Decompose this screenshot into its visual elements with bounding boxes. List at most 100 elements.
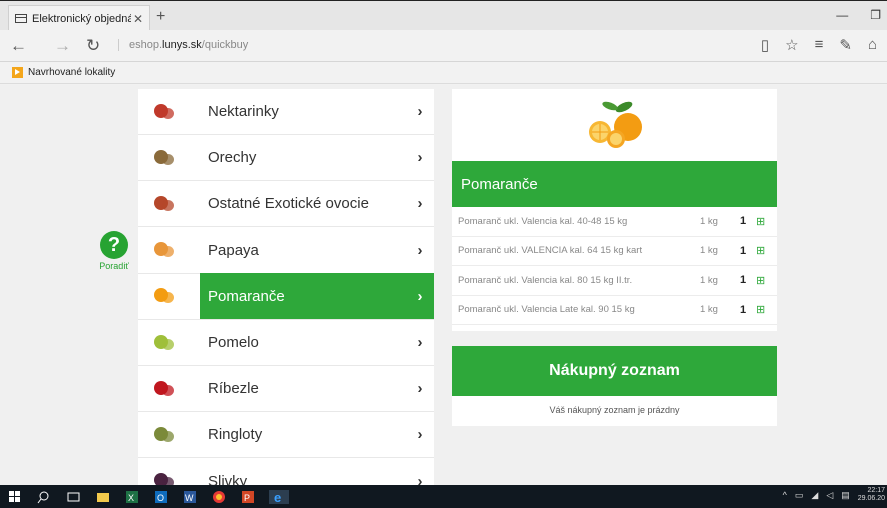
reading-view-icon[interactable]: ▯ — [761, 36, 769, 54]
excel-icon[interactable]: X — [124, 490, 144, 504]
windows-start-icon[interactable] — [8, 490, 28, 504]
favorite-star-icon[interactable]: ☆ — [785, 36, 798, 54]
category-item[interactable]: Ringloty › — [138, 412, 434, 459]
restore-icon[interactable]: ❐ — [870, 8, 881, 22]
clock[interactable]: 22:17 29.06.20 — [858, 487, 885, 503]
product-name: Pomaranč ukl. Valencia kal. 40-48 15 kg — [458, 215, 628, 227]
category-name: Papaya — [208, 241, 259, 259]
category-item[interactable]: Slivky › — [138, 459, 434, 485]
add-to-list-icon[interactable]: ⊞ — [756, 244, 770, 257]
add-to-list-icon[interactable]: ⊞ — [756, 274, 770, 287]
add-to-list-icon[interactable]: ⊞ — [756, 303, 770, 316]
category-name: Pomaranče — [208, 287, 285, 305]
chevron-right-icon: › — [417, 426, 423, 444]
minimize-icon[interactable]: — — [836, 8, 848, 22]
volume-icon[interactable]: ◁ — [826, 490, 833, 501]
page-content: ? Poradiť Nektarinky › Orechy › Ostatné Exot… — [0, 85, 887, 485]
favorites-bar: Navrhované lokality — [0, 62, 887, 84]
category-item[interactable]: Pomelo › — [138, 320, 434, 366]
notifications-icon[interactable]: ▤ — [841, 490, 850, 501]
tray-expand-icon[interactable]: ^ — [783, 490, 787, 500]
product-name: Pomaranč ukl. Valencia Late kal. 90 15 k… — [458, 304, 635, 316]
clock-time: 22:17 — [867, 487, 885, 494]
window-controls: — ❐ — [836, 8, 881, 22]
category-item[interactable]: Papaya › — [138, 228, 434, 274]
tab-title: Elektronický objednávkc — [32, 12, 131, 25]
new-tab-button[interactable]: + — [156, 8, 165, 26]
chevron-right-icon: › — [417, 103, 423, 120]
add-to-list-icon[interactable]: ⊞ — [756, 215, 770, 228]
chrome-icon[interactable] — [211, 490, 231, 504]
quantity-value[interactable]: 1 — [740, 274, 756, 286]
share-icon[interactable]: ⌂ — [868, 36, 877, 54]
fruit-thumbnail-icon — [138, 320, 200, 366]
file-explorer-icon[interactable] — [95, 490, 115, 504]
category-item[interactable]: Orechy › — [138, 135, 434, 182]
chevron-right-icon: › — [417, 241, 423, 259]
outlook-icon[interactable]: O — [153, 490, 173, 504]
product-row: Pomaranč ukl. Valencia Late kal. 90 15 k… — [452, 296, 777, 325]
chevron-right-icon: › — [417, 380, 423, 398]
address-bar-row: ← → ↻ eshop.lunys.sk/quickbuy ▯ ☆ ≡ ✎ ⌂ — [0, 30, 887, 62]
category-name: Slivky — [208, 472, 248, 485]
fruit-thumbnail-icon — [138, 227, 200, 273]
page-icon — [15, 14, 27, 23]
category-item[interactable]: Ríbezle › — [138, 366, 434, 413]
search-icon[interactable] — [37, 490, 57, 504]
edge-icon[interactable]: e — [269, 489, 289, 505]
category-name: Pomelo — [208, 334, 259, 351]
svg-text:O: O — [157, 493, 164, 503]
svg-text:e: e — [274, 490, 281, 504]
product-unit: 1 kg — [700, 274, 718, 286]
category-item[interactable]: Nektarinky › — [138, 89, 434, 135]
product-unit: 1 kg — [700, 245, 718, 257]
category-name: Ostatné Exotické ovocie — [208, 195, 369, 213]
help-label[interactable]: Poradiť — [98, 261, 130, 271]
product-name: Pomaranč ukl. VALENCIA kal. 64 15 kg kar… — [458, 245, 643, 257]
web-note-icon[interactable]: ✎ — [839, 36, 852, 54]
task-view-icon[interactable] — [66, 490, 86, 504]
chevron-right-icon: › — [417, 334, 423, 351]
category-item[interactable]: Pomaranče › — [138, 273, 434, 320]
category-list: Nektarinky › Orechy › Ostatné Exotické ovoci… — [138, 89, 434, 485]
back-icon[interactable]: ← — [10, 36, 27, 56]
screen: Elektronický objednávkc ✕ + — ❐ ← → ↻ es… — [0, 0, 887, 508]
product-unit: 1 kg — [700, 304, 718, 316]
svg-text:W: W — [185, 493, 194, 503]
tab-bar: Elektronický objednávkc ✕ + — ❐ — [0, 0, 887, 31]
help-icon[interactable]: ? — [100, 231, 128, 259]
shopping-list-empty: Váš nákupný zoznam je prázdny — [549, 405, 680, 415]
quantity-value[interactable]: 1 — [740, 245, 756, 257]
url-prefix: eshop. — [129, 39, 163, 51]
forward-icon[interactable]: → — [54, 36, 71, 56]
svg-text:X: X — [128, 493, 134, 503]
product-unit: 1 kg — [700, 215, 718, 227]
svg-text:P: P — [244, 493, 250, 503]
url-field[interactable]: eshop.lunys.sk/quickbuy — [118, 39, 248, 51]
orange-image — [589, 101, 642, 148]
battery-icon[interactable]: ▭ — [795, 490, 804, 501]
close-tab-icon[interactable]: ✕ — [131, 12, 145, 26]
browser-actions: ▯ ☆ ≡ ✎ ⌂ — [761, 36, 877, 54]
fruit-thumbnail-icon — [138, 458, 200, 485]
fruit-thumbnail-icon — [138, 412, 200, 458]
refresh-icon[interactable]: ↻ — [86, 36, 100, 56]
product-row: Pomaranč ukl. Valencia kal. 80 15 kg II.… — [452, 266, 777, 296]
network-icon[interactable]: ◢ — [811, 490, 818, 501]
product-image — [452, 89, 777, 161]
hub-icon[interactable]: ≡ — [815, 36, 824, 54]
clock-date: 29.06.20 — [857, 495, 885, 502]
help-widget[interactable]: ? Poradiť — [98, 231, 130, 271]
favorites-link[interactable]: Navrhované lokality — [28, 67, 115, 78]
system-tray: ^ ▭ ◢ ◁ ▤ 22:17 29.06.20 — [783, 487, 885, 503]
chevron-right-icon: › — [417, 149, 423, 167]
category-item[interactable]: Ostatné Exotické ovocie › — [138, 181, 434, 228]
browser-tab[interactable]: Elektronický objednávkc ✕ — [8, 5, 150, 31]
quantity-value[interactable]: 1 — [740, 215, 756, 227]
product-row: Pomaranč ukl. VALENCIA kal. 64 15 kg kar… — [452, 237, 777, 266]
category-name: Ríbezle — [208, 380, 259, 398]
powerpoint-icon[interactable]: P — [240, 490, 260, 504]
word-icon[interactable]: W — [182, 490, 202, 504]
quantity-value[interactable]: 1 — [740, 304, 756, 316]
product-title: Pomaranče — [452, 161, 777, 207]
